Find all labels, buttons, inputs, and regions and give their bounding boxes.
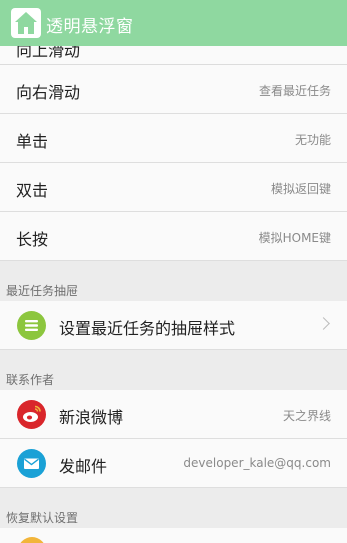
gesture-row-single-tap[interactable]: 单击 无功能: [0, 114, 347, 163]
restore-row-partial[interactable]: [0, 528, 347, 543]
gesture-label: 单击: [16, 132, 49, 151]
gesture-value: 模拟返回键: [270, 182, 331, 196]
mail-label: 发邮件: [59, 457, 108, 476]
recent-drawer-style-row[interactable]: 设置最近任务的抽屉样式: [0, 301, 347, 350]
gesture-value: 模拟HOME键: [258, 231, 331, 245]
section-header-restore: 恢复默认设置: [6, 511, 79, 525]
section-header-contact: 联系作者: [6, 373, 55, 387]
gesture-label: 双击: [16, 181, 49, 200]
weibo-value: 天之界线: [282, 409, 331, 423]
weibo-icon: [17, 400, 46, 429]
gesture-row-partial[interactable]: 向上滑动: [0, 46, 347, 65]
mail-value: developer_kale@qq.com: [183, 456, 331, 470]
section-header-recent: 最近任务抽屉: [6, 284, 79, 298]
gesture-label: 向上滑动: [16, 46, 81, 60]
restore-icon: [18, 537, 46, 543]
gesture-value: 查看最近任务: [258, 84, 331, 98]
gesture-label: 向右滑动: [16, 83, 81, 102]
home-icon: [11, 8, 41, 38]
weibo-row[interactable]: 新浪微博 天之界线: [0, 390, 347, 439]
mail-icon: [17, 449, 46, 478]
gesture-value: 无功能: [294, 133, 331, 147]
recent-drawer-style-label: 设置最近任务的抽屉样式: [59, 319, 236, 338]
app-bar: 透明悬浮窗: [0, 0, 347, 46]
app-title: 透明悬浮窗: [46, 17, 134, 37]
weibo-label: 新浪微博: [59, 408, 124, 427]
list-icon: [17, 311, 46, 340]
chevron-right-icon: [317, 317, 330, 330]
gesture-row-double-tap[interactable]: 双击 模拟返回键: [0, 163, 347, 212]
gesture-row-long-press[interactable]: 长按 模拟HOME键: [0, 212, 347, 261]
mail-row[interactable]: 发邮件 developer_kale@qq.com: [0, 439, 347, 488]
gesture-label: 长按: [16, 230, 49, 249]
gesture-row-swipe-right[interactable]: 向右滑动 查看最近任务: [0, 65, 347, 114]
